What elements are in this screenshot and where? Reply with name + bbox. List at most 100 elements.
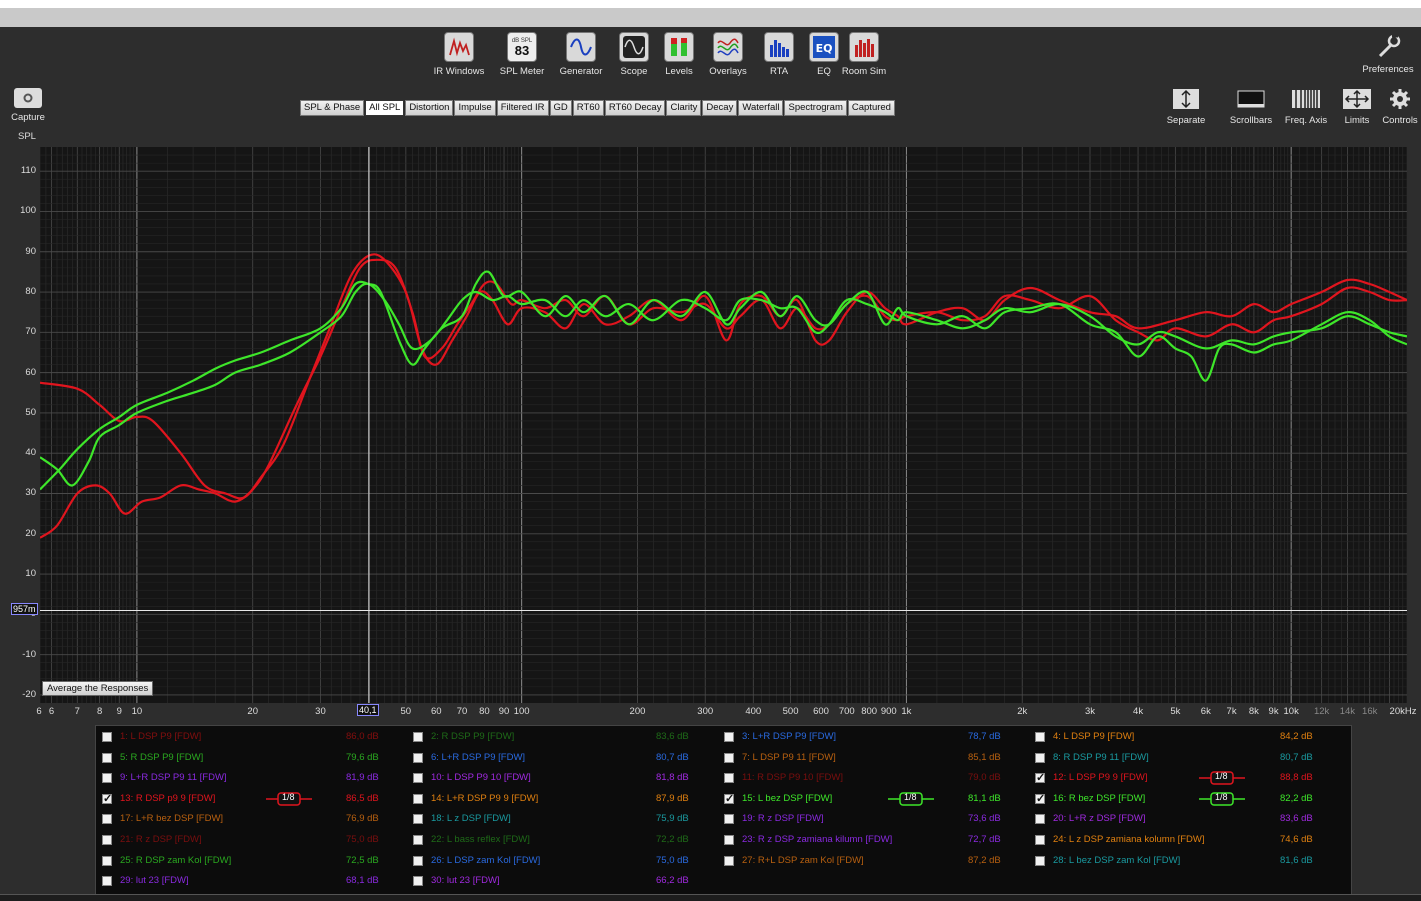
tab-waterfall[interactable]: Waterfall [738, 100, 784, 116]
measurement-checkbox[interactable] [102, 814, 112, 825]
measurement-name[interactable]: 13: R DSP p9 9 [FDW] [120, 793, 215, 804]
spl-chart-svg[interactable] [39, 147, 1408, 703]
measurement-name[interactable]: 27: R+L DSP zam Kol [FDW] [742, 855, 864, 866]
measurement-name[interactable]: 18: L z DSP [FDW] [431, 813, 511, 824]
measurement-name[interactable]: 29: lut 23 [FDW] [120, 875, 189, 886]
measurement-name[interactable]: 8: R DSP P9 11 [FDW] [1053, 752, 1149, 763]
tab-gd[interactable]: GD [549, 100, 572, 116]
measurement-checkbox[interactable] [413, 752, 423, 763]
toolbar-overlays-button[interactable]: Overlays [700, 32, 756, 77]
tab-clarity[interactable]: Clarity [666, 100, 702, 116]
tab-rt60[interactable]: RT60 [572, 100, 604, 116]
smoothing-indicator[interactable]: 1/8 [266, 792, 312, 806]
tab-spectrogram[interactable]: Spectrogram [784, 100, 847, 116]
measurement-checkbox[interactable] [413, 814, 423, 825]
spl-graph[interactable] [39, 147, 1408, 703]
measurement-checkbox[interactable] [1035, 792, 1045, 805]
measurement-name[interactable]: 6: L+R DSP P9 [FDW] [431, 752, 525, 763]
measurement-name[interactable]: 17: L+R bez DSP [FDW] [120, 813, 223, 824]
measurement-name[interactable]: 20: L+R z DSP [FDW] [1053, 813, 1145, 824]
measurement-checkbox[interactable] [413, 876, 423, 887]
x-tick-label: 1k [901, 706, 912, 717]
title-bar [0, 0, 1421, 8]
measurement-checkbox[interactable] [724, 855, 734, 866]
measurement-checkbox[interactable] [1035, 771, 1045, 784]
measurement-checkbox[interactable] [1035, 855, 1045, 866]
average-responses-button[interactable]: Average the Responses [42, 681, 154, 696]
capture-button[interactable]: Capture [6, 88, 50, 123]
measurement-name[interactable]: 10: L DSP P9 10 [FDW] [431, 772, 531, 783]
measurement-name[interactable]: 26: L DSP zam Kol [FDW] [431, 855, 540, 866]
measurement-name[interactable]: 19: R z DSP [FDW] [742, 813, 824, 824]
measurement-checkbox[interactable] [724, 835, 734, 845]
measurement-name[interactable]: 9: L+R DSP P9 11 [FDW] [120, 772, 227, 783]
measurement-name[interactable]: 30: lut 23 [FDW] [431, 875, 500, 886]
tab-distortion[interactable]: Distortion [405, 100, 454, 116]
tab-decay[interactable]: Decay [702, 100, 738, 116]
measurement-name[interactable]: 5: R DSP P9 [FDW] [120, 752, 203, 763]
measurement-name[interactable]: 23: R z DSP zamiana kilumn [FDW] [742, 834, 892, 845]
measurement-name[interactable]: 24: L z DSP zamiana kolumn [FDW] [1053, 834, 1205, 845]
y-tick-label: 100 [20, 205, 36, 217]
measurement-checkbox[interactable] [102, 773, 112, 784]
measurement-level: 87,2 dB [968, 854, 1001, 866]
measurement-checkbox[interactable] [413, 773, 423, 784]
measurement-checkbox[interactable] [102, 792, 112, 805]
toolbar-spl-meter-button[interactable]: dB SPL 83 SPL Meter [494, 32, 550, 77]
separate-button[interactable]: Separate [1163, 88, 1209, 126]
measurement-checkbox[interactable] [102, 876, 112, 887]
toolbar-ir-windows-button[interactable]: IR Windows [431, 32, 487, 77]
smoothing-indicator[interactable]: 1/8 [888, 792, 934, 806]
measurement-checkbox[interactable] [102, 835, 112, 845]
preferences-button[interactable]: Preferences [1358, 32, 1418, 75]
smoothing-label: 1/8 [1215, 791, 1228, 802]
controls-gear-button[interactable]: Controls [1379, 88, 1421, 126]
measurement-level: 75,9 dB [656, 813, 689, 825]
measurement-name[interactable]: 25: R DSP zam Kol [FDW] [120, 855, 231, 866]
limits-button[interactable]: Limits [1334, 88, 1380, 126]
measurement-name[interactable]: 11: R DSP P9 10 [FDW] [742, 772, 843, 783]
measurement-checkbox[interactable] [413, 835, 423, 845]
smoothing-indicator[interactable]: 1/8 [1199, 791, 1245, 806]
tab-captured[interactable]: Captured [847, 100, 895, 116]
measurement-checkbox[interactable] [724, 773, 734, 784]
measurement-name[interactable]: 16: R bez DSP [FDW] [1053, 793, 1145, 804]
measurement-name[interactable]: 21: R z DSP [FDW] [120, 834, 202, 845]
tab-all-spl[interactable]: All SPL [365, 100, 405, 116]
measurement-checkbox[interactable] [1035, 835, 1045, 845]
tab-spl-phase[interactable]: SPL & Phase [300, 100, 365, 116]
toolbar-room-sim-button[interactable]: Room Sim [840, 32, 888, 77]
toolbar-generator-button[interactable]: Generator [553, 32, 609, 77]
measurement-name[interactable]: 15: L bez DSP [FDW] [742, 793, 832, 804]
measurement-checkbox[interactable] [102, 855, 112, 866]
measurement-level: 83,6 dB [1280, 813, 1313, 825]
smoothing-indicator[interactable]: 1/8 [1199, 771, 1245, 785]
measurement-name[interactable]: 3: L+R DSP P9 [FDW] [742, 731, 836, 742]
measurement-checkbox[interactable] [413, 732, 423, 742]
measurement-name[interactable]: 4: L DSP P9 [FDW] [1053, 731, 1134, 742]
measurement-name[interactable]: 28: L bez DSP zam Kol [FDW] [1053, 855, 1180, 866]
scrollbars-button[interactable]: Scrollbars [1228, 88, 1274, 126]
measurement-checkbox[interactable] [413, 855, 423, 866]
measurement-checkbox[interactable] [724, 732, 734, 742]
freq-axis-button[interactable]: Freq. Axis [1283, 88, 1329, 126]
measurement-checkbox[interactable] [724, 792, 734, 805]
tab-rt60-decay[interactable]: RT60 Decay [604, 100, 666, 116]
tab-filtered-ir[interactable]: Filtered IR [496, 100, 549, 116]
measurement-name[interactable]: 12: L DSP P9 9 [FDW] [1053, 772, 1148, 783]
measurement-name[interactable]: 14: L+R DSP P9 9 [FDW] [431, 793, 538, 804]
measurement-checkbox[interactable] [724, 814, 734, 825]
measurement-checkbox[interactable] [413, 793, 423, 804]
measurement-name[interactable]: 2: R DSP P9 [FDW] [431, 731, 514, 742]
measurement-checkbox[interactable] [1035, 752, 1045, 763]
measurement-checkbox[interactable] [1035, 814, 1045, 825]
toolbar-levels-button[interactable]: Levels [651, 32, 707, 77]
tab-impulse[interactable]: Impulse [454, 100, 496, 116]
measurement-name[interactable]: 22: L bass reflex [FDW] [431, 834, 530, 845]
measurement-name[interactable]: 1: L DSP P9 [FDW] [120, 731, 201, 742]
measurement-checkbox[interactable] [724, 752, 734, 763]
measurement-checkbox[interactable] [102, 732, 112, 742]
measurement-checkbox[interactable] [102, 752, 112, 763]
measurement-name[interactable]: 7: L DSP P9 11 [FDW] [742, 752, 836, 763]
measurement-checkbox[interactable] [1035, 732, 1045, 742]
